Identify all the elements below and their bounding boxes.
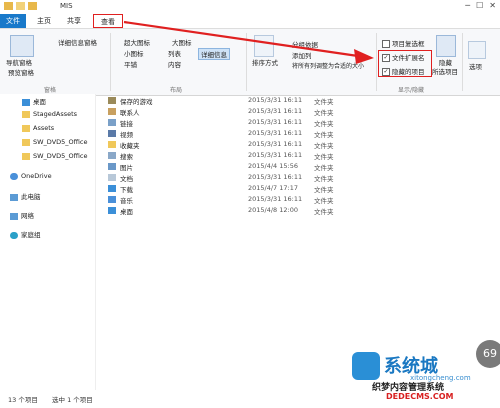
- homegroup-icon: [10, 231, 18, 239]
- list-item[interactable]: 音乐 2015/3/31 16:11 文件夹: [108, 195, 468, 205]
- list-item[interactable]: 桌面 2015/4/8 12:00 文件夹: [108, 206, 468, 216]
- badge-number: 69: [483, 347, 497, 360]
- folder-icon: [22, 138, 30, 146]
- nav-label: StagedAssets: [33, 110, 78, 118]
- nav-item-this-pc[interactable]: 此电脑: [10, 191, 41, 201]
- cloud-icon: [10, 172, 18, 180]
- file-list: 保存的游戏 2015/3/31 16:11 文件夹 联系人 2015/3/31 16:…: [96, 94, 500, 390]
- nav-item-sw-dvd5-office-2[interactable]: SW_DVD5_Office: [22, 152, 88, 160]
- videos-icon: [108, 130, 116, 137]
- nav-item-assets[interactable]: Assets: [22, 124, 54, 132]
- saved-games-icon: [108, 97, 116, 104]
- nav-item-network[interactable]: 网络: [10, 210, 34, 220]
- list-item[interactable]: 图片 2015/4/4 15:56 文件夹: [108, 162, 468, 172]
- watermark-url-2: DEDECMS.COM: [386, 392, 454, 401]
- music-icon: [108, 196, 116, 203]
- list-item[interactable]: 视频 2015/3/31 16:11 文件夹: [108, 129, 468, 139]
- downloads-icon: [108, 185, 116, 192]
- list-item[interactable]: 下载 2015/4/7 17:17 文件夹: [108, 184, 468, 194]
- nav-label: 网络: [21, 212, 34, 220]
- selected-count: 选中 1 个项目: [52, 396, 93, 404]
- item-count: 13 个项目: [8, 396, 38, 404]
- nav-item-onedrive[interactable]: OneDrive: [10, 172, 52, 180]
- nav-label: 此电脑: [21, 193, 41, 201]
- nav-item-homegroup[interactable]: 家庭组: [10, 229, 41, 239]
- searches-icon: [108, 152, 116, 159]
- network-icon: [10, 212, 18, 220]
- list-item[interactable]: 搜索 2015/3/31 16:11 文件夹: [108, 151, 468, 161]
- list-item[interactable]: 收藏夹 2015/3/31 16:11 文件夹: [108, 140, 468, 150]
- nav-label: Assets: [33, 124, 55, 132]
- desktop-icon: [22, 98, 30, 106]
- documents-icon: [108, 174, 116, 181]
- navigation-pane: 桌面 StagedAssets Assets SW_DVD5_Office SW…: [0, 94, 96, 390]
- computer-icon: [10, 193, 18, 201]
- watermark-badge: 69: [476, 340, 500, 368]
- list-item[interactable]: 联系人 2015/3/31 16:11 文件夹: [108, 107, 468, 117]
- list-item[interactable]: 文档 2015/3/31 16:11 文件夹: [108, 173, 468, 183]
- nav-item-stagedassets[interactable]: StagedAssets: [22, 110, 77, 118]
- folder-icon: [22, 152, 30, 160]
- nav-label: 桌面: [33, 98, 46, 106]
- folder-icon: [22, 124, 30, 132]
- nav-label: SW_DVD5_Office: [33, 138, 88, 146]
- nav-item-desktop[interactable]: 桌面: [22, 96, 46, 106]
- nav-item-sw-dvd5-office-1[interactable]: SW_DVD5_Office: [22, 138, 88, 146]
- favorites-icon: [108, 141, 116, 148]
- nav-label: 家庭组: [21, 231, 41, 239]
- nav-label: SW_DVD5_Office: [33, 152, 88, 160]
- links-icon: [108, 119, 116, 126]
- nav-label: OneDrive: [21, 172, 52, 180]
- watermark-logo: [352, 352, 380, 380]
- list-item[interactable]: 保存的游戏 2015/3/31 16:11 文件夹: [108, 96, 468, 106]
- contacts-icon: [108, 108, 116, 115]
- folder-icon: [22, 110, 30, 118]
- pictures-icon: [108, 163, 116, 170]
- desktop-icon: [108, 207, 116, 214]
- list-item[interactable]: 链接 2015/3/31 16:11 文件夹: [108, 118, 468, 128]
